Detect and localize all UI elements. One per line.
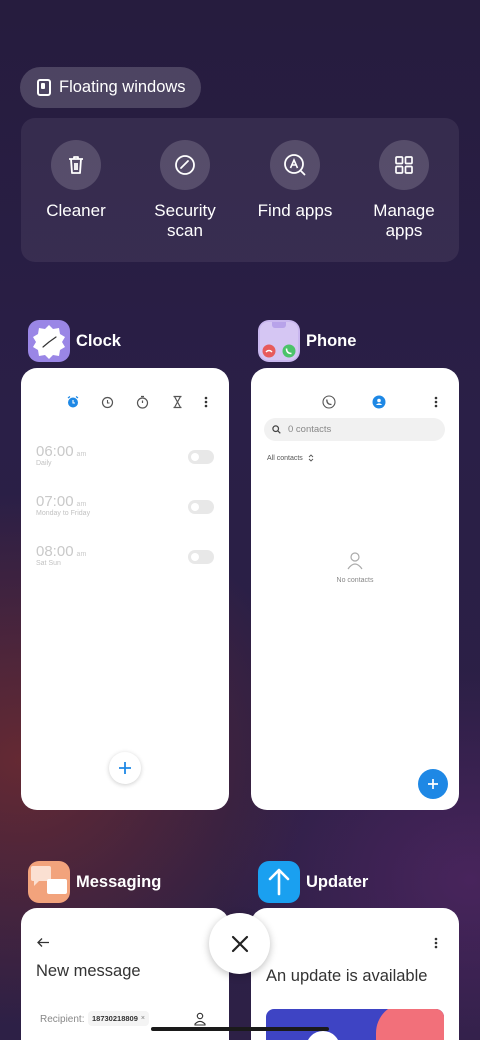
alarm-repeat: Daily (36, 460, 52, 467)
messaging-app-name: Messaging (76, 872, 162, 891)
phone-app-card[interactable]: 0 contacts All contacts No contacts (251, 368, 459, 810)
empty-contacts-icon (347, 552, 363, 570)
contacts-filter-dropdown[interactable]: All contacts (267, 454, 314, 462)
clock-app-header: Clock (28, 320, 121, 362)
floating-window-icon (37, 79, 51, 96)
recipient-label: Recipient: (40, 1014, 85, 1025)
updater-app-icon (258, 861, 300, 903)
clock-app-name: Clock (76, 331, 121, 350)
updater-app-name: Updater (306, 872, 369, 891)
contacts-filter-label: All contacts (267, 454, 303, 462)
close-icon (231, 935, 248, 952)
add-contact-button[interactable] (418, 769, 448, 799)
manage-apps-button[interactable]: Manage apps (349, 140, 459, 241)
chevron-updown-icon (308, 454, 314, 462)
more-options-icon[interactable] (434, 396, 438, 408)
search-placeholder: 0 contacts (288, 424, 332, 435)
alarm-time: 08:00 am (36, 543, 87, 560)
update-title: An update is available (266, 967, 428, 985)
messaging-app-card[interactable]: New message Recipient: 18730218809 × (21, 908, 229, 1040)
alarm-repeat: Sat Sun (36, 560, 61, 567)
alarm-toggle[interactable] (188, 450, 214, 464)
updater-app-header: Updater (258, 861, 368, 903)
quick-tools-panel: Cleaner Security scan Find apps Manage a… (21, 118, 459, 262)
security-scan-icon (175, 155, 195, 175)
home-indicator[interactable] (151, 1027, 329, 1031)
floating-windows-button[interactable]: Floating windows (20, 67, 201, 108)
find-apps-button[interactable]: Find apps (240, 140, 350, 221)
world-clock-tab-icon[interactable] (101, 396, 114, 409)
alarm-tab-icon[interactable] (66, 395, 80, 409)
phone-app-icon (258, 320, 300, 362)
search-icon (272, 425, 281, 434)
update-banner-image (266, 1009, 444, 1040)
plus-icon (119, 762, 131, 774)
find-apps-label: Find apps (257, 201, 333, 220)
more-options-icon[interactable] (434, 937, 438, 949)
call-log-tab-icon[interactable] (322, 395, 336, 409)
more-options-icon[interactable] (204, 396, 208, 408)
back-arrow-icon[interactable] (36, 937, 50, 948)
alarm-time: 06:00 am (36, 443, 87, 460)
clock-app-card[interactable]: 06:00 am Daily 07:00 am Monday to Friday 0… (21, 368, 229, 810)
remove-recipient-icon[interactable]: × (141, 1015, 145, 1022)
add-alarm-button[interactable] (109, 752, 141, 784)
phone-app-name: Phone (306, 331, 357, 350)
floating-windows-label: Floating windows (59, 78, 186, 96)
updater-app-card[interactable]: An update is available (251, 908, 459, 1040)
security-scan-button[interactable]: Security scan (130, 140, 240, 241)
plus-icon (428, 779, 438, 789)
messaging-app-icon (28, 861, 70, 903)
recipient-chip[interactable]: 18730218809 × (88, 1011, 149, 1026)
alarm-toggle[interactable] (188, 550, 214, 564)
security-scan-label: Security scan (154, 201, 216, 240)
clock-app-icon (28, 320, 70, 362)
new-message-title: New message (36, 962, 141, 980)
clear-all-button[interactable] (209, 913, 270, 974)
alarm-time: 07:00 am (36, 493, 87, 510)
messaging-app-header: Messaging (28, 861, 161, 903)
alarm-repeat: Monday to Friday (36, 510, 91, 517)
cleaner-button[interactable]: Cleaner (21, 140, 131, 221)
contacts-tab-icon[interactable] (372, 395, 386, 409)
manage-apps-label: Manage apps (373, 201, 435, 240)
timer-tab-icon[interactable] (172, 395, 183, 409)
contacts-search-input[interactable]: 0 contacts (264, 418, 445, 441)
trash-icon (69, 156, 83, 174)
find-apps-icon (284, 154, 306, 176)
empty-contacts-text: No contacts (336, 577, 374, 584)
add-contact-icon[interactable] (194, 1012, 206, 1026)
phone-app-header: Phone (258, 320, 356, 362)
grid-icon (395, 156, 413, 174)
alarm-toggle[interactable] (188, 500, 214, 514)
cleaner-label: Cleaner (46, 201, 106, 220)
stopwatch-tab-icon[interactable] (136, 395, 149, 409)
